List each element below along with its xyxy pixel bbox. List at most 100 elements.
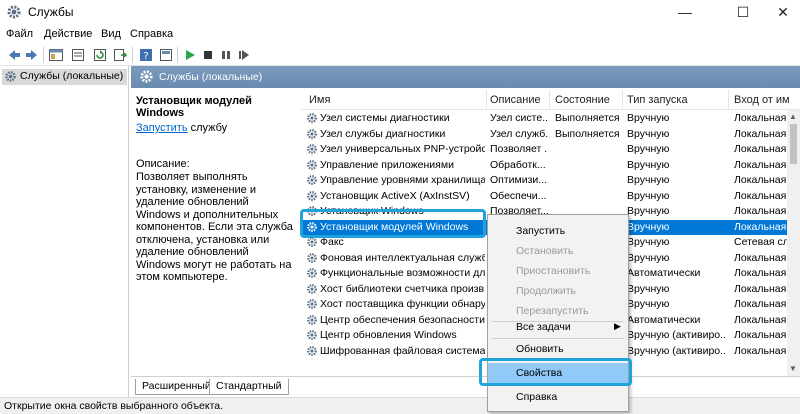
cell-name: Фоновая интеллектуальная служб... — [320, 251, 485, 264]
properties-sheet-icon[interactable] — [70, 47, 86, 63]
column-header-status[interactable]: Состояние — [555, 94, 610, 106]
cell-name: Управление уровнями хранилища — [320, 174, 485, 186]
cell-startup-type: Вручную — [627, 236, 670, 248]
service-gear-icon — [307, 345, 317, 356]
column-header-row: Имя Описание Состояние Тип запуска Вход … — [301, 88, 800, 110]
help-icon[interactable]: ? — [138, 47, 154, 63]
scroll-down-arrow-icon[interactable]: ▼ — [789, 364, 797, 373]
cell-startup-type: Вручную — [627, 189, 670, 202]
cell-name: Функциональные возможности для... — [320, 267, 485, 279]
vertical-scrollbar[interactable]: ▲ ▼ — [787, 110, 800, 376]
menu-item-stop[interactable]: Остановить — [488, 241, 628, 261]
description-label: Описание: — [136, 158, 190, 170]
scrollbar-thumb[interactable] — [790, 124, 797, 164]
services-gear-icon — [7, 5, 21, 19]
table-row[interactable]: Управление уровнями хранилища Оптимизи...… — [301, 173, 800, 189]
menu-item-help[interactable]: Справка — [488, 387, 628, 407]
menu-item-label: Приостановить — [516, 265, 591, 277]
service-gear-icon — [307, 314, 317, 325]
service-gear-icon — [307, 175, 317, 185]
play-icon[interactable] — [182, 47, 198, 63]
toolbar: ? — [0, 44, 800, 66]
menu-view[interactable]: Вид — [101, 28, 121, 40]
table-row[interactable]: Узел универсальных PNP-устройств Позволяе… — [301, 142, 800, 158]
refresh-icon[interactable] — [92, 47, 108, 63]
menu-item-label: Продолжить — [516, 285, 577, 297]
back-arrow-icon[interactable] — [6, 47, 22, 63]
toolbar-separator — [43, 47, 44, 63]
view-toggle-icon[interactable] — [158, 47, 174, 63]
cell-description: Оптимизи... — [490, 174, 548, 186]
tree-item-services-local[interactable]: Службы (локальные) — [2, 69, 128, 85]
menu-item-all-tasks[interactable]: Все задачи ▶ — [488, 317, 628, 337]
cell-name: Центр обеспечения безопасности — [320, 313, 485, 326]
cell-name: Центр обновления Windows — [320, 329, 457, 341]
cell-name: Управление приложениями — [320, 158, 454, 171]
tab-standard[interactable]: Стандартный — [209, 379, 289, 395]
column-divider[interactable] — [728, 90, 729, 108]
table-row[interactable]: Установщик ActiveX (AxInstSV) Обеспечи...… — [301, 189, 800, 205]
service-gear-icon — [307, 299, 317, 309]
description-text: Позволяет выполнять установку, изменение… — [136, 171, 293, 283]
cell-startup-type: Вручную — [627, 205, 670, 217]
stop-icon[interactable] — [200, 47, 216, 63]
cell-description: Позволяет ... — [490, 143, 548, 155]
toolbar-separator — [177, 47, 178, 63]
close-button[interactable]: ✕ — [760, 0, 800, 24]
menu-action[interactable]: Действие — [44, 28, 92, 40]
service-gear-icon — [307, 113, 317, 123]
menu-item-label: Обновить — [516, 343, 564, 355]
menu-file[interactable]: Файл — [6, 28, 33, 40]
column-header-name[interactable]: Имя — [309, 94, 330, 106]
cell-name: Узел системы диагностики — [320, 112, 450, 124]
column-header-startup-type[interactable]: Тип запуска — [627, 94, 688, 106]
properties-highlight — [479, 358, 632, 386]
export-list-icon[interactable] — [112, 47, 128, 63]
cell-description: Обработк... — [490, 158, 546, 171]
menu-item-label: Остановить — [516, 245, 574, 257]
column-header-description[interactable]: Описание — [490, 94, 541, 106]
column-divider[interactable] — [622, 90, 623, 108]
cell-startup-type: Вручную — [627, 220, 670, 233]
menu-item-resume[interactable]: Продолжить — [488, 281, 628, 301]
cell-status: Выполняется — [555, 127, 620, 140]
menu-item-start[interactable]: Запустить — [488, 221, 628, 241]
scroll-up-arrow-icon[interactable]: ▲ — [789, 112, 797, 121]
menu-item-pause[interactable]: Приостановить — [488, 261, 628, 281]
cell-name: Узел универсальных PNP-устройств — [320, 143, 485, 155]
description-panel: Установщик модулей Windows Запустить слу… — [131, 88, 301, 376]
restart-icon[interactable] — [236, 47, 252, 63]
minimize-button[interactable]: — — [662, 0, 708, 24]
table-row[interactable]: Управление приложениями Обработк... Вручну… — [301, 158, 800, 174]
status-text: Открытие окна свойств выбранного объекта… — [4, 400, 224, 412]
cell-name: Узел службы диагностики — [320, 127, 446, 140]
view-tabs: Расширенный Стандартный — [131, 376, 800, 397]
cell-startup-type: Автоматически — [627, 267, 701, 279]
table-row[interactable]: Узел системы диагностики Узел систе... Вып… — [301, 111, 800, 127]
start-service-link[interactable]: Запустить — [136, 122, 188, 134]
column-divider[interactable] — [549, 90, 550, 108]
pause-icon[interactable] — [218, 47, 234, 63]
menu-help[interactable]: Справка — [130, 28, 173, 40]
table-row[interactable]: Узел службы диагностики Узел служб... Выпо… — [301, 127, 800, 143]
cell-startup-type: Вручную — [627, 282, 670, 295]
window-title: Службы — [28, 5, 74, 19]
menu-item-label: Запустить — [516, 225, 566, 237]
title-bar: Службы — ☐ ✕ — [0, 0, 800, 24]
start-service-suffix: службу — [187, 122, 228, 134]
svg-text:?: ? — [143, 51, 148, 62]
cell-startup-type: Вручную — [627, 127, 670, 140]
cell-startup-type: Вручную — [627, 112, 670, 124]
menu-item-label: Все задачи — [516, 321, 571, 333]
forward-arrow-icon[interactable] — [24, 47, 40, 63]
service-gear-icon — [307, 268, 317, 278]
console-tree: Службы (локальные) — [0, 66, 129, 397]
cell-startup-type: Вручную (активиро... — [627, 344, 727, 357]
cell-name: Хост поставщика функции обнару... — [320, 298, 485, 310]
column-header-logon[interactable]: Вход от им — [734, 94, 790, 106]
menu-item-refresh[interactable]: Обновить — [488, 339, 628, 359]
console-tree-icon[interactable] — [48, 47, 64, 63]
tab-extended[interactable]: Расширенный — [135, 379, 218, 395]
services-gear-icon — [5, 71, 16, 82]
column-divider[interactable] — [486, 90, 487, 108]
